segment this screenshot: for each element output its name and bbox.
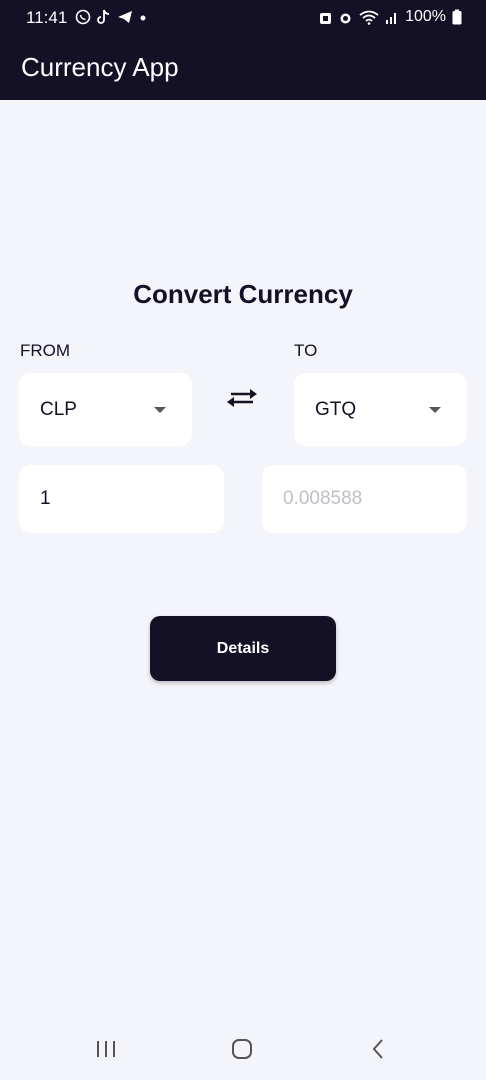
wifi-icon [359, 10, 379, 25]
page-heading: Convert Currency [133, 279, 353, 309]
tiktok-icon [97, 9, 110, 24]
dot-icon [140, 15, 146, 21]
battery-level: 100% [405, 8, 446, 25]
system-icons: 100% [319, 8, 462, 26]
from-currency-value: CLP [40, 398, 77, 420]
to-currency-value: GTQ [315, 398, 357, 420]
from-amount-input[interactable]: 1 [19, 465, 224, 533]
signal-icon [386, 13, 397, 24]
battery-icon [452, 9, 462, 25]
vpn-icon [320, 12, 332, 24]
chevron-down-icon [154, 407, 166, 413]
home-icon[interactable] [222, 1035, 262, 1063]
recents-icon[interactable] [86, 1035, 126, 1063]
details-button[interactable]: Details [150, 616, 336, 681]
app-title: Currency App [21, 52, 179, 82]
telegram-icon [118, 11, 132, 23]
chevron-down-icon [429, 407, 441, 413]
alarm-icon [340, 13, 351, 23]
to-label: TO [294, 341, 318, 360]
top-bar: 11:41 100% Currency App [0, 0, 486, 100]
from-currency-select[interactable]: CLP [19, 373, 192, 446]
status-time: 11:41 [26, 8, 68, 27]
converted-amount-field: 0.008588 [262, 465, 467, 533]
status-bar: 11:41 100% [0, 0, 486, 36]
notification-icons [75, 9, 147, 25]
swap-arrows-icon[interactable] [224, 386, 260, 410]
whatsapp-icon [75, 9, 91, 25]
to-currency-select[interactable]: GTQ [294, 373, 467, 446]
navigation-bar [0, 1017, 486, 1080]
from-label: FROM [20, 341, 71, 360]
back-icon[interactable] [358, 1035, 398, 1063]
